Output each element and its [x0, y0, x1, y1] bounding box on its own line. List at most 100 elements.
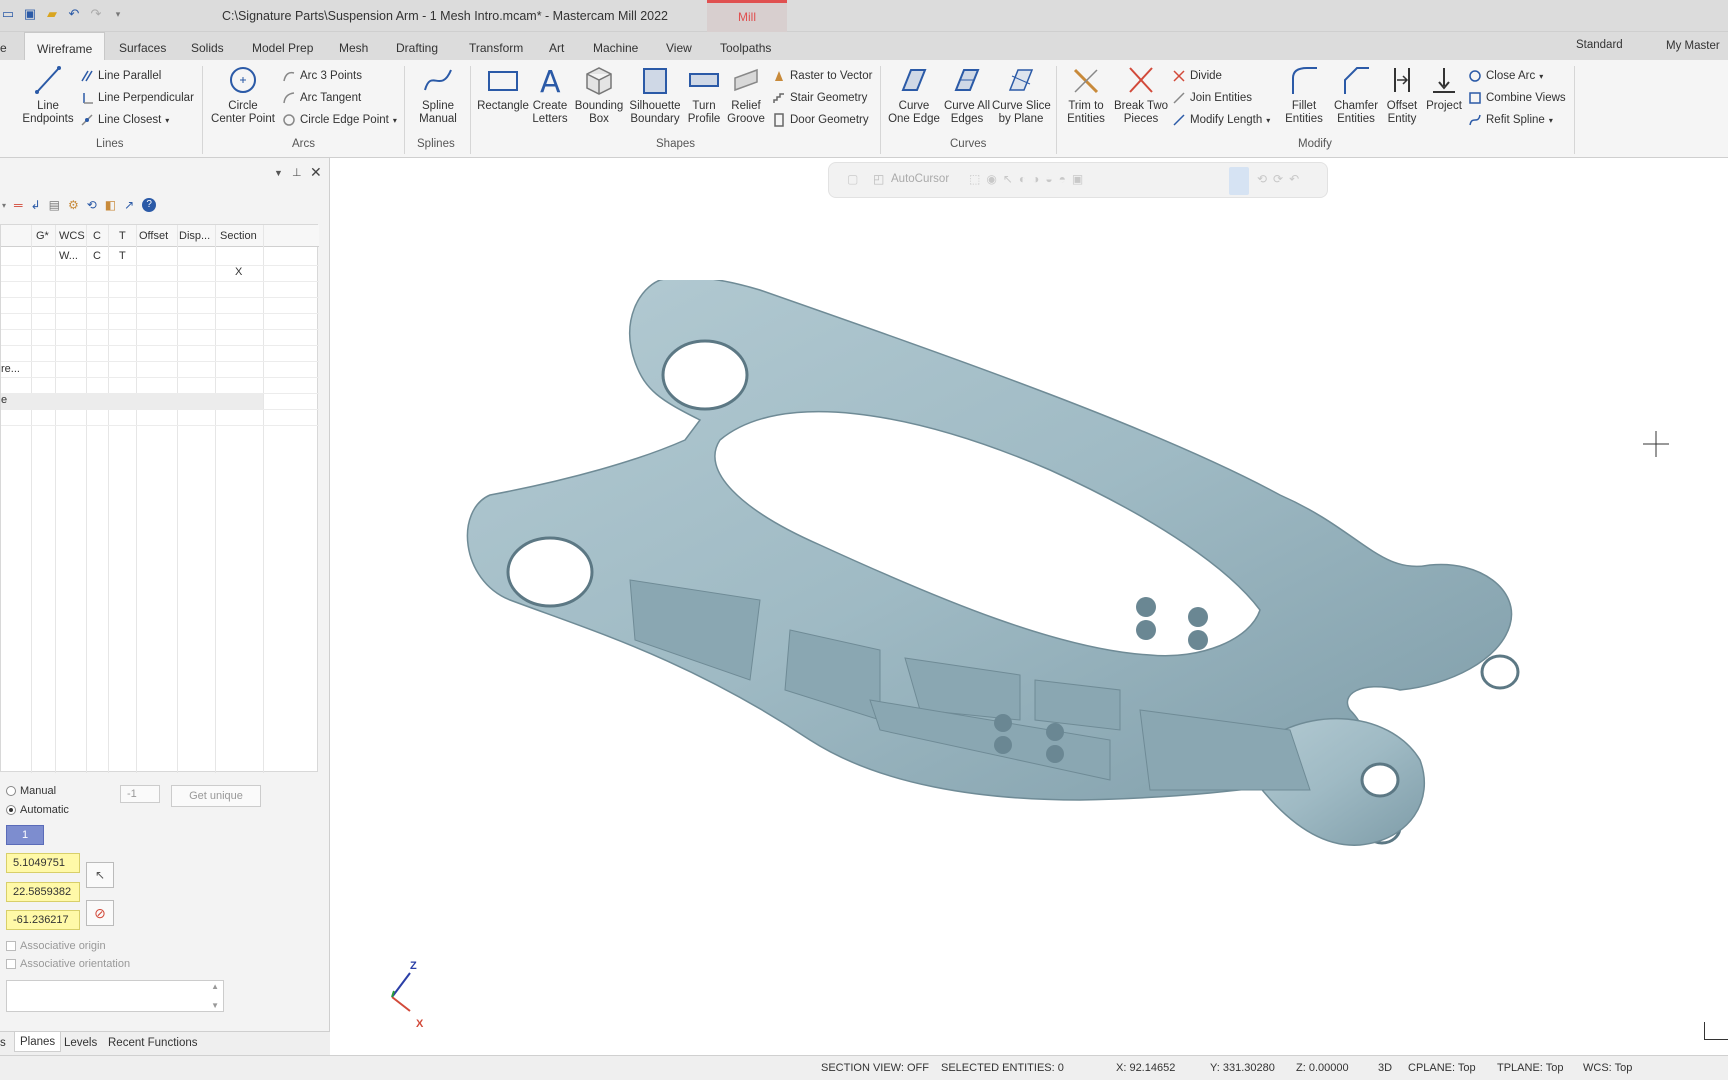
circle-center-point-button[interactable]: Circle Center Point	[208, 64, 278, 126]
scroll-down-icon[interactable]: ▼	[211, 1001, 219, 1010]
tab-mesh[interactable]: Mesh	[339, 32, 368, 60]
door-geometry-button[interactable]: Door Geometry	[772, 112, 869, 128]
cplane-status[interactable]: CPLANE: Top	[1408, 1062, 1476, 1074]
tab-model-prep[interactable]: Model Prep	[252, 32, 313, 60]
circle-edge-point-button[interactable]: Circle Edge Point ▾	[282, 112, 397, 128]
line-endpoints-button[interactable]: Line Endpoints	[20, 64, 76, 126]
mill-context-tab[interactable]: Mill	[707, 0, 787, 32]
truncated-plane-name[interactable]: re...	[1, 363, 20, 375]
undo-icon[interactable]: ↶	[66, 6, 82, 22]
wcs-status[interactable]: WCS: Top	[1583, 1062, 1632, 1074]
gear-icon[interactable]: ⚙	[68, 198, 79, 212]
automatic-radio[interactable]: Automatic	[6, 804, 69, 816]
tab-solids[interactable]: Solids	[191, 32, 224, 60]
combine-views-button[interactable]: Combine Views	[1468, 90, 1566, 106]
cube-icon[interactable]: ◧	[105, 198, 116, 212]
autocursor-icon[interactable]: ◰	[873, 172, 884, 186]
redo-icon[interactable]: ↷	[88, 6, 104, 22]
trim-to-entities-button[interactable]: Trim to Entities	[1060, 64, 1112, 126]
offset-entity-button[interactable]: Offset Entity	[1380, 64, 1424, 126]
pin-icon[interactable]: ⊥	[292, 166, 302, 179]
tplane-status[interactable]: TPLANE: Top	[1497, 1062, 1563, 1074]
tab-surfaces[interactable]: Surfaces	[119, 32, 166, 60]
divide-button[interactable]: Divide	[1172, 68, 1222, 84]
tab-view[interactable]: View	[666, 32, 692, 60]
silhouette-boundary-button[interactable]: Silhouette Boundary	[625, 64, 685, 126]
stair-geometry-button[interactable]: Stair Geometry	[772, 90, 867, 106]
col-header-c[interactable]: C	[93, 230, 101, 242]
open-folder-icon[interactable]: ▰	[44, 6, 60, 22]
section-view-status[interactable]: SECTION VIEW: OFF	[821, 1062, 929, 1074]
col-header-t[interactable]: T	[119, 230, 126, 242]
close-arc-button[interactable]: Close Arc ▾	[1468, 68, 1543, 84]
tab-recent-functions[interactable]: Recent Functions	[108, 1037, 198, 1049]
tab-transform[interactable]: Transform	[469, 32, 523, 60]
tab-wireframe[interactable]: Wireframe	[24, 32, 106, 61]
tab-drafting[interactable]: Drafting	[396, 32, 438, 60]
join-entities-button[interactable]: Join Entities	[1172, 90, 1252, 106]
associative-orientation-checkbox[interactable]: Associative orientation	[6, 958, 130, 970]
dropdown-icon[interactable]: ▾	[2, 201, 6, 210]
col-header-offset[interactable]: Offset	[139, 230, 168, 242]
break-two-pieces-button[interactable]: Break Two Pieces	[1112, 64, 1170, 126]
relief-groove-button[interactable]: Relief Groove	[726, 64, 766, 126]
row1-wcs-cell[interactable]: W...	[59, 250, 78, 262]
tab-planes[interactable]: Planes	[14, 1032, 62, 1052]
col-header-display[interactable]: Disp...	[179, 230, 210, 242]
fillet-entities-button[interactable]: Fillet Entities	[1280, 64, 1328, 126]
clear-origin-button[interactable]: ⊘	[86, 900, 114, 926]
lock-icon[interactable]: ▢	[847, 172, 858, 186]
selection-filter-icons[interactable]: ⬚◉↖◐◑◒◓▣	[969, 172, 1089, 186]
tab-toolpaths-truncated[interactable]: s	[0, 1037, 6, 1049]
customize-qa-icon[interactable]: ▾	[110, 6, 126, 22]
tab-machine[interactable]: Machine	[593, 32, 638, 60]
col-header-wcs[interactable]: WCS	[59, 230, 85, 242]
line-closest-button[interactable]: Line Closest ▾	[80, 112, 169, 128]
line-parallel-button[interactable]: Line Parallel	[80, 68, 161, 84]
refit-spline-button[interactable]: Refit Spline ▾	[1468, 112, 1553, 128]
table-row[interactable]	[1, 393, 263, 409]
return-icon[interactable]: ↲	[31, 198, 41, 212]
panel-menu-icon[interactable]: ▼	[274, 168, 283, 178]
spline-manual-button[interactable]: Spline Manual	[410, 64, 466, 126]
help-icon[interactable]: ?	[142, 198, 157, 212]
save-icon[interactable]: ▣	[22, 6, 38, 22]
equals-plane-icon[interactable]: ═	[14, 198, 23, 212]
curve-slice-by-plane-button[interactable]: Curve Slice by Plane	[992, 64, 1051, 126]
plane-number-input[interactable]: -1	[120, 785, 160, 803]
arc-tangent-button[interactable]: Arc Tangent	[282, 90, 361, 106]
row1-t-cell[interactable]: T	[119, 250, 126, 262]
arc-3-points-button[interactable]: Arc 3 Points	[282, 68, 362, 84]
plane-color-swatch[interactable]: 1	[6, 825, 44, 845]
my-mastercam-menu[interactable]: My Master	[1666, 40, 1720, 52]
modify-length-button[interactable]: Modify Length ▾	[1172, 112, 1270, 128]
select-point-button[interactable]: ↖	[86, 862, 114, 888]
origin-z-field[interactable]: -61.236217	[6, 910, 80, 930]
suspension-arm-model[interactable]	[460, 280, 1590, 890]
rotate-icons[interactable]: ⟲⟳↶	[1257, 172, 1305, 186]
new-file-icon[interactable]: ▭	[0, 6, 16, 22]
curve-one-edge-button[interactable]: Curve One Edge	[886, 64, 942, 126]
rectangle-button[interactable]: Rectangle	[474, 64, 532, 113]
bounding-box-button[interactable]: Bounding Box	[573, 64, 625, 126]
chamfer-entities-button[interactable]: Chamfer Entities	[1328, 64, 1384, 126]
notes-field[interactable]: ▲ ▼	[6, 980, 224, 1012]
row1-c-cell[interactable]: C	[93, 250, 101, 262]
create-letters-button[interactable]: A Create Letters	[530, 64, 570, 126]
refresh-icon[interactable]: ⟲	[87, 198, 97, 212]
raster-to-vector-button[interactable]: Raster to Vector	[772, 68, 872, 84]
project-button[interactable]: Project	[1424, 64, 1464, 113]
close-icon[interactable]: ✕	[310, 164, 322, 181]
autocursor-label[interactable]: AutoCursor	[891, 173, 949, 185]
turn-profile-button[interactable]: Turn Profile	[685, 64, 723, 126]
manual-radio[interactable]: Manual	[6, 785, 56, 797]
line-perpendicular-button[interactable]: Line Perpendicular	[80, 90, 194, 106]
get-unique-button[interactable]: Get unique	[171, 785, 261, 807]
col-header-section[interactable]: Section	[220, 230, 257, 242]
tab-art[interactable]: Art	[549, 32, 564, 60]
associative-origin-checkbox[interactable]: Associative origin	[6, 940, 106, 952]
col-header-g[interactable]: G*	[36, 230, 49, 242]
tab-toolpaths[interactable]: Toolpaths	[720, 32, 771, 60]
mode-3d-toggle[interactable]: 3D	[1378, 1062, 1392, 1074]
verify-selection-icon[interactable]	[1229, 167, 1249, 195]
